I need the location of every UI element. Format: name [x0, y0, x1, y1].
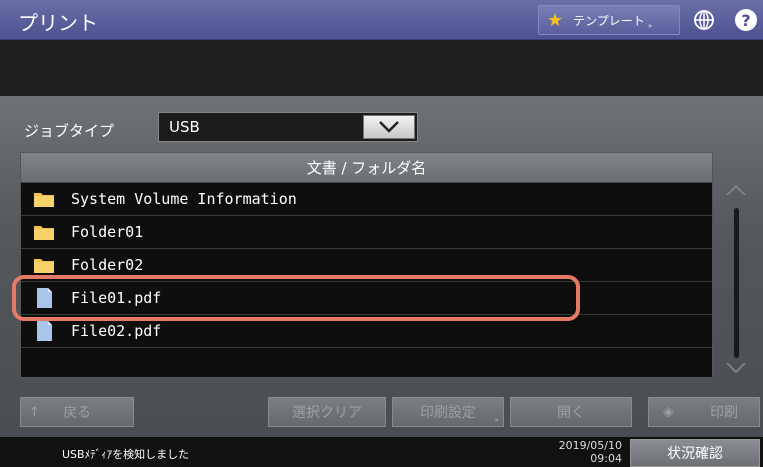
date: 2019/05/10 — [558, 439, 622, 452]
clear-selection-button[interactable]: 選択クリア — [268, 397, 386, 427]
item-name: File02.pdf — [71, 322, 162, 340]
open-button[interactable]: 開く — [510, 397, 632, 427]
datetime: 2019/05/10 09:04 — [552, 439, 622, 465]
file-icon — [33, 320, 55, 342]
back-button[interactable]: ↑ 戻る — [20, 397, 134, 427]
print-settings-button[interactable]: 印刷設定 ▸ — [392, 397, 504, 427]
open-label: 開く — [557, 405, 585, 421]
status-check-button[interactable]: 状況確認 — [630, 439, 760, 467]
status-message: USBﾒﾃﾞｨｱを検知しました — [62, 448, 190, 461]
page-title: プリント — [18, 11, 98, 35]
back-arrow-icon: ↑ — [29, 404, 40, 420]
job-type-value: USB — [169, 118, 200, 136]
template-button[interactable]: ★ テンプレート ▸ — [538, 5, 680, 35]
job-type-label: ジョブタイプ — [24, 122, 115, 140]
back-label: 戻る — [63, 405, 91, 421]
folder-icon — [33, 254, 55, 276]
help-icon[interactable]: ? — [735, 9, 757, 31]
corner-arrow-icon: ▸ — [495, 416, 499, 424]
clear-selection-label: 選択クリア — [292, 405, 362, 421]
print-start-icon: ◈ — [663, 404, 674, 420]
print-settings-label: 印刷設定 — [420, 405, 476, 421]
print-label: 印刷 — [710, 405, 738, 421]
scroll-thumb[interactable] — [734, 208, 739, 358]
file-list: 文書 / フォルダ名 System Volume Information Fol… — [20, 152, 713, 378]
scroll-down-icon[interactable] — [724, 360, 748, 374]
scrollbar[interactable] — [716, 182, 756, 378]
scroll-up-icon[interactable] — [724, 182, 748, 196]
item-name: Folder02 — [71, 256, 144, 274]
title-bar: プリント ★ テンプレート ▸ ? — [0, 0, 763, 40]
status-bar: USBﾒﾃﾞｨｱを検知しました 2019/05/10 09:04 状況確認 — [0, 437, 763, 467]
selection-highlight-ring — [12, 275, 580, 321]
job-type-select[interactable]: USB — [158, 112, 418, 142]
star-icon: ★ — [547, 9, 564, 31]
item-name: Folder01 — [71, 223, 144, 241]
list-column-header: 文書 / フォルダ名 — [21, 153, 712, 183]
chevron-down-icon[interactable] — [363, 115, 415, 139]
print-button[interactable]: ◈ 印刷 — [648, 397, 760, 427]
folder-icon — [33, 188, 55, 210]
folder-icon — [33, 221, 55, 243]
list-item[interactable]: System Volume Information — [21, 183, 712, 216]
status-check-label: 状況確認 — [667, 446, 723, 462]
item-name: System Volume Information — [71, 190, 297, 208]
corner-arrow-icon: ▸ — [648, 20, 653, 30]
list-item[interactable]: Folder01 — [21, 216, 712, 249]
message-band — [0, 40, 763, 96]
globe-icon[interactable] — [692, 8, 716, 32]
time: 09:04 — [590, 452, 622, 465]
template-label: テンプレート — [573, 13, 645, 28]
